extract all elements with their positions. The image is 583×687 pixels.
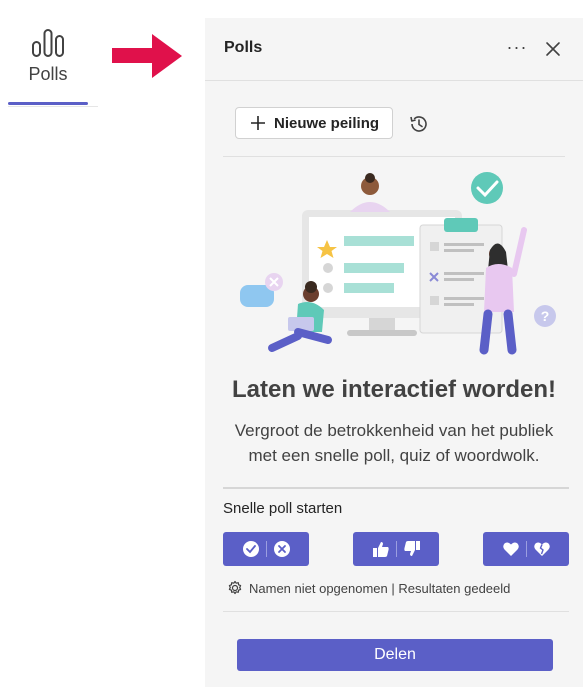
- share-button[interactable]: Delen: [237, 639, 553, 671]
- quick-poll-check-cross-button[interactable]: [223, 532, 309, 566]
- quick-poll-title: Snelle poll starten: [223, 500, 343, 517]
- poll-bars-icon: [32, 29, 64, 57]
- description: Vergroot de betrokkenheid van het publie…: [234, 421, 554, 465]
- divider: [223, 156, 565, 157]
- more-options-icon[interactable]: ···: [505, 37, 529, 61]
- red-arrow-icon: [112, 34, 182, 78]
- button-divider: [265, 541, 267, 557]
- thumbs-down-icon: [403, 541, 420, 556]
- heart-icon: [502, 542, 519, 556]
- quick-poll-hearts-button[interactable]: [483, 532, 569, 566]
- active-tab-indicator: [8, 102, 88, 105]
- panel-header: Polls ···: [205, 18, 583, 81]
- thumbs-up-icon: [372, 542, 389, 557]
- quick-poll-thumbs-button[interactable]: [353, 532, 439, 566]
- engagement-illustration: ?: [240, 172, 556, 355]
- new-poll-label: Nieuwe peiling: [274, 114, 380, 132]
- new-poll-button[interactable]: Nieuwe peiling: [235, 107, 393, 139]
- history-icon[interactable]: [408, 113, 430, 135]
- button-divider: [395, 541, 397, 557]
- button-divider: [525, 541, 527, 557]
- cross-circle-icon: [273, 541, 290, 557]
- divider: [223, 611, 569, 612]
- plus-icon: [251, 116, 265, 130]
- poll-settings-text: Namen niet opgenomen | Resultaten gedeel…: [249, 580, 511, 596]
- broken-heart-icon: [533, 542, 550, 556]
- panel-title: Polls: [224, 39, 263, 56]
- divider: [223, 487, 569, 489]
- check-circle-icon: [242, 541, 259, 557]
- gear-icon: [228, 580, 242, 595]
- polls-panel: Polls ··· Nieuwe peiling ? Laten we inte…: [205, 18, 583, 687]
- tab-divider: [8, 106, 98, 107]
- headline: Laten we interactief worden!: [231, 376, 557, 403]
- poll-settings-row[interactable]: Namen niet opgenomen | Resultaten gedeel…: [227, 580, 510, 596]
- svg-text:?: ?: [541, 308, 550, 324]
- polls-tab[interactable]: Polls: [8, 28, 88, 105]
- close-icon[interactable]: [541, 37, 565, 61]
- polls-tab-label: Polls: [28, 64, 68, 84]
